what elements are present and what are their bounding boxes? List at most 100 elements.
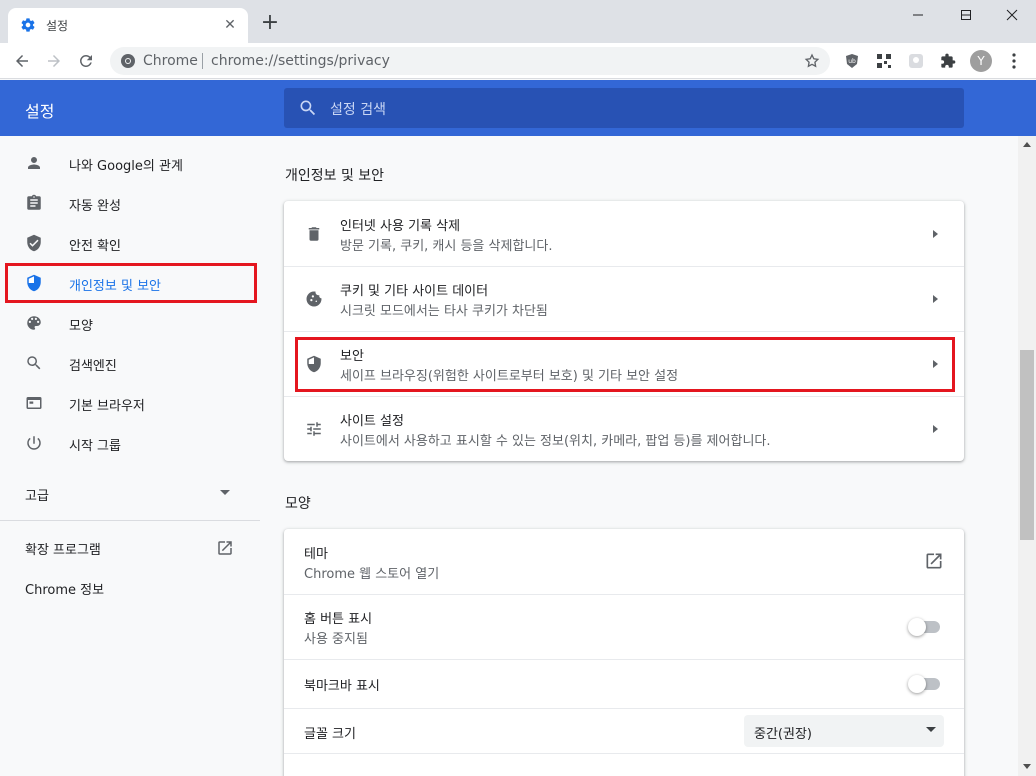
row-clear-browsing-data[interactable]: 인터넷 사용 기록 삭제 방문 기록, 쿠키, 캐시 등을 삭제합니다. (284, 201, 964, 266)
open-in-new-icon[interactable] (924, 551, 944, 571)
appearance-section-title: 모양 (285, 496, 311, 512)
tab-close-icon[interactable]: ✕ (220, 15, 240, 35)
maximize-control[interactable] (942, 0, 990, 30)
open-in-new-icon (218, 541, 232, 555)
chevron-down-icon (926, 727, 936, 732)
highlight-box-sidebar (5, 263, 257, 303)
shield-check-icon (24, 233, 44, 253)
extension-app-icon[interactable] (906, 51, 926, 71)
search-icon (24, 353, 44, 373)
sidebar-item-label: 기본 브라우저 (69, 399, 145, 414)
row-font-size: 글꼴 크기 중간(권장) (284, 708, 964, 753)
bookmarks-bar-toggle[interactable] (908, 675, 942, 693)
row-cookies[interactable]: 쿠키 및 기타 사이트 데이터 시크릿 모드에서는 타사 쿠키가 차단됨 (284, 266, 964, 331)
chevron-down-icon (220, 490, 230, 495)
scroll-up-arrow-icon[interactable] (1023, 142, 1031, 147)
browser-toolbar: Chrome chrome://settings/privacy ub (0, 43, 1036, 79)
puzzle-extensions-icon[interactable] (938, 51, 958, 71)
sidebar-item-search-engine[interactable]: 검색엔진 (0, 343, 258, 383)
sidebar-item-label: 안전 확인 (69, 239, 121, 254)
row-title: 테마 (304, 547, 328, 562)
row-title: 인터넷 사용 기록 삭제 (340, 219, 461, 234)
browser-icon (24, 393, 44, 413)
font-size-select[interactable]: 중간(권장) (744, 715, 944, 747)
toggle-knob (908, 618, 926, 636)
tab-title: 설정 (46, 19, 69, 33)
gear-icon (21, 18, 35, 32)
minimize-control[interactable] (894, 0, 942, 30)
row-home-button[interactable]: 홈 버튼 표시 사용 중지됨 (284, 594, 964, 659)
settings-sidebar: 나와 Google의 관계 자동 완성 안전 확인 개인정보 및 보안 모양 검… (0, 136, 260, 776)
row-subtitle: 시크릿 모드에서는 타사 쿠키가 차단됨 (340, 304, 548, 319)
arrow-right-icon (933, 425, 938, 433)
clipboard-icon (24, 193, 44, 213)
search-placeholder: 설정 검색 (330, 102, 386, 118)
sidebar-item-advanced[interactable]: 고급 (0, 473, 258, 513)
tab-strip: 설정 ✕ + — ☐ ✕ (0, 0, 1036, 43)
arrow-right-icon (933, 230, 938, 238)
sidebar-item-on-startup[interactable]: 시작 그룹 (0, 423, 258, 463)
sidebar-item-google[interactable]: 나와 Google의 관계 (0, 143, 258, 183)
sidebar-item-about[interactable]: Chrome 정보 (0, 567, 258, 607)
scroll-down-arrow-icon[interactable] (1023, 764, 1031, 769)
forward-button[interactable] (40, 47, 68, 75)
bookmark-star-icon[interactable] (802, 51, 822, 71)
row-title: 홈 버튼 표시 (304, 612, 373, 627)
row-subtitle: 방문 기록, 쿠키, 캐시 등을 삭제합니다. (340, 239, 553, 254)
sidebar-item-autofill[interactable]: 자동 완성 (0, 183, 258, 223)
sidebar-item-label: 나와 Google의 관계 (69, 159, 183, 174)
row-title: 쿠키 및 기타 사이트 데이터 (340, 284, 489, 299)
maximize-icon (961, 10, 971, 20)
menu-kebab-icon[interactable] (1004, 51, 1024, 71)
divider (284, 753, 964, 754)
row-bookmarks-bar[interactable]: 북마크바 표시 (284, 659, 964, 708)
trash-icon (304, 224, 324, 244)
profile-avatar[interactable]: Y (970, 50, 992, 72)
sidebar-item-label: 검색엔진 (69, 359, 117, 374)
extensions-label: 확장 프로그램 (25, 543, 101, 558)
search-icon (300, 100, 316, 116)
url-text[interactable]: chrome://settings/privacy (211, 53, 390, 69)
row-title: 글꼴 크기 (304, 727, 356, 742)
sidebar-item-appearance[interactable]: 모양 (0, 303, 258, 343)
qr-code-extension-icon[interactable] (874, 51, 894, 71)
chrome-logo-icon (121, 54, 135, 68)
cookie-icon (304, 289, 324, 309)
tab-settings[interactable]: 설정 ✕ (8, 8, 248, 43)
page-scrollbar[interactable] (1018, 136, 1036, 776)
sidebar-item-default-browser[interactable]: 기본 브라우저 (0, 383, 258, 423)
toggle-knob (908, 675, 926, 693)
sidebar-item-extensions[interactable]: 확장 프로그램 (0, 527, 258, 567)
row-theme[interactable]: 테마 Chrome 웹 스토어 열기 (284, 529, 964, 594)
minimize-icon (913, 14, 923, 16)
reload-button[interactable] (72, 47, 100, 75)
settings-search-input[interactable]: 설정 검색 (284, 88, 964, 128)
privacy-card: 인터넷 사용 기록 삭제 방문 기록, 쿠키, 캐시 등을 삭제합니다. 쿠키 … (284, 201, 964, 461)
person-icon (24, 153, 44, 173)
advanced-label: 고급 (25, 489, 49, 504)
address-separator (202, 53, 203, 69)
reload-icon (79, 54, 92, 67)
new-tab-button[interactable]: + (258, 12, 282, 36)
settings-header: 설정 설정 검색 (0, 80, 1036, 136)
sidebar-item-safety-check[interactable]: 안전 확인 (0, 223, 258, 263)
row-title: 사이트 설정 (340, 414, 404, 429)
sidebar-item-label: 모양 (69, 319, 93, 334)
site-chip-label: Chrome (143, 53, 198, 69)
row-site-settings[interactable]: 사이트 설정 사이트에서 사용하고 표시할 수 있는 정보(위치, 카메라, 팝… (284, 396, 964, 461)
power-icon (24, 433, 44, 453)
row-subtitle: 사이트에서 사용하고 표시할 수 있는 정보(위치, 카메라, 팝업 등)를 제… (340, 434, 771, 449)
scroll-thumb[interactable] (1020, 350, 1034, 540)
home-button-toggle[interactable] (908, 618, 942, 636)
back-button[interactable] (8, 47, 36, 75)
close-icon (1006, 9, 1018, 21)
close-control[interactable] (988, 0, 1036, 30)
arrow-right-icon (933, 295, 938, 303)
font-size-value: 중간(권장) (754, 727, 812, 742)
sidebar-item-label: 자동 완성 (69, 199, 121, 214)
page-title: 설정 (25, 102, 55, 121)
palette-icon (24, 313, 44, 333)
about-label: Chrome 정보 (25, 583, 105, 598)
ublock-extension-icon[interactable]: ub (842, 51, 862, 71)
address-bar[interactable]: Chrome chrome://settings/privacy (110, 47, 830, 75)
